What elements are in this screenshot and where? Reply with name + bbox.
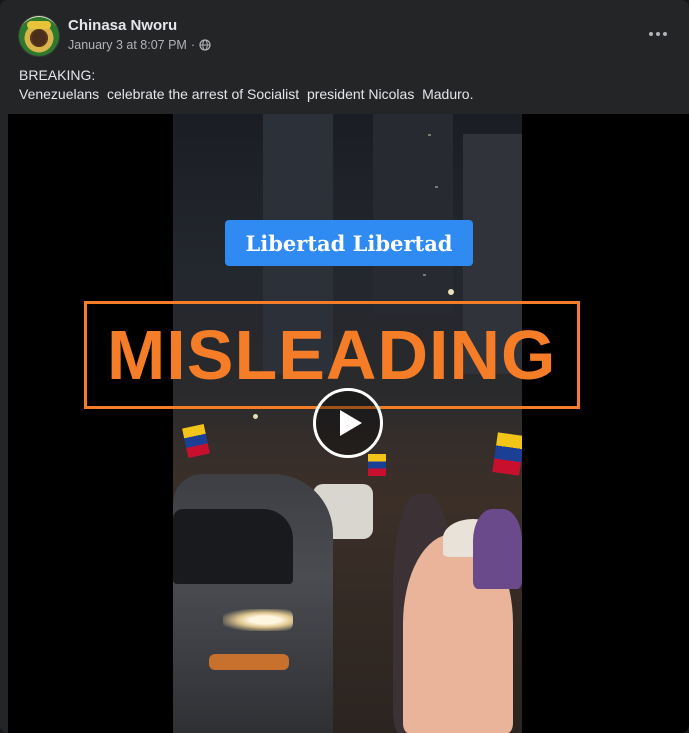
post-meta: January 3 at 8:07 PM · — [68, 38, 211, 52]
post-text-line: BREAKING: — [19, 67, 96, 83]
person — [473, 509, 522, 589]
venezuela-flag — [492, 432, 522, 476]
window-light — [435, 186, 438, 188]
window-light — [423, 274, 426, 276]
more-options-dot — [656, 32, 660, 36]
post-header: Chinasa Nworu January 3 at 8:07 PM · — [0, 0, 689, 62]
play-icon — [340, 410, 362, 436]
car-light-glow — [209, 654, 289, 670]
avatar-face — [32, 30, 46, 46]
car-window — [173, 509, 293, 584]
street-light — [448, 289, 454, 295]
venezuela-flag — [368, 454, 386, 476]
post-text-line: Venezuelans celebrate the arrest of Soci… — [19, 86, 474, 102]
post-text: BREAKING: Venezuelans celebrate the arre… — [19, 66, 669, 104]
facebook-post: Chinasa Nworu January 3 at 8:07 PM · BRE… — [0, 0, 689, 733]
post-timestamp[interactable]: January 3 at 8:07 PM — [68, 38, 187, 52]
play-button[interactable] — [313, 388, 383, 458]
building — [373, 114, 453, 314]
author-name[interactable]: Chinasa Nworu — [68, 17, 177, 34]
video-caption: Libertad Libertad — [225, 220, 473, 266]
car-headlight — [223, 609, 293, 631]
avatar-badge — [27, 21, 51, 29]
more-options-button[interactable] — [640, 20, 676, 48]
window-light — [428, 134, 431, 136]
more-options-dot — [663, 32, 667, 36]
video-player[interactable]: Libertad Libertad MISLEADING — [8, 114, 689, 733]
globe-icon — [199, 39, 211, 51]
more-options-icon — [649, 32, 653, 36]
avatar[interactable] — [19, 16, 59, 56]
meta-separator: · — [190, 38, 195, 52]
